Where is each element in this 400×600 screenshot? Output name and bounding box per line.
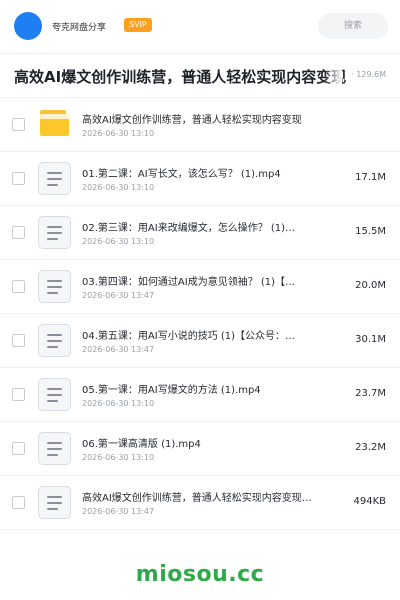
video-file-icon	[38, 270, 71, 303]
folder-icon	[38, 108, 71, 141]
header: 夸克网盘分享 SVIP 搜索	[0, 0, 400, 54]
checkbox[interactable]	[12, 388, 25, 401]
checkbox[interactable]	[12, 442, 25, 455]
share-total-size: · 129.6M	[349, 70, 386, 79]
svip-badge: SVIP	[124, 18, 152, 32]
file-size: 30.1M	[355, 334, 386, 345]
file-date: 2026-06-30 13:10	[82, 183, 155, 192]
checkbox[interactable]	[12, 226, 25, 239]
checkbox[interactable]	[12, 496, 25, 509]
file-name: 04.第五课：用AI写小说的技巧 (1)【公众号：…	[82, 331, 296, 342]
file-date: 2026-06-30 13:47	[82, 507, 155, 516]
video-file-icon	[38, 324, 71, 357]
avatar[interactable]	[14, 12, 42, 40]
search-input[interactable]: 搜索	[318, 13, 388, 39]
file-name: 01.第二课：AI写长文，该怎么写？ (1).mp4	[82, 169, 281, 180]
file-date: 2026-06-30 13:10	[82, 399, 155, 408]
file-row[interactable]: 04.第五课：用AI写小说的技巧 (1)【公众号：… 2026-06-30 13…	[0, 314, 400, 368]
file-name: 05.第一课：用AI写爆文的方法 (1).mp4	[82, 385, 261, 396]
file-date: 2026-06-30 13:10	[82, 237, 155, 246]
share-title-row: 高效AI爆文创作训练营，普通人轻松实现内容变现 · 129.6M	[0, 54, 400, 98]
video-file-icon	[38, 162, 71, 195]
checkbox[interactable]	[12, 280, 25, 293]
file-name: 06.第一课高清版 (1).mp4	[82, 439, 201, 450]
file-row[interactable]: 05.第一课：用AI写爆文的方法 (1).mp4 2026-06-30 13:1…	[0, 368, 400, 422]
file-list: 高效AI爆文创作训练营，普通人轻松实现内容变现 2026-06-30 13:10…	[0, 98, 400, 530]
file-size: 23.2M	[355, 442, 386, 453]
file-size: 20.0M	[355, 280, 386, 291]
file-row[interactable]: 高效AI爆文创作训练营，普通人轻松实现内容变现 2026-06-30 13:10	[0, 98, 400, 152]
file-name: 03.第四课：如何通过AI成为意见领袖？ (1)【…	[82, 277, 296, 288]
file-name: 02.第三课：用AI来改编爆文，怎么操作？ (1)…	[82, 223, 296, 234]
share-page: 夸克网盘分享 SVIP 搜索 高效AI爆文创作训练营，普通人轻松实现内容变现 ·…	[0, 0, 400, 600]
file-size: 494KB	[353, 496, 386, 507]
file-name: 高效AI爆文创作训练营，普通人轻松实现内容变现	[82, 115, 302, 126]
file-date: 2026-06-30 13:10	[82, 453, 155, 462]
file-row[interactable]: 高效AI爆文创作训练营，普通人轻松实现内容变现必看… 2026-06-30 13…	[0, 476, 400, 530]
video-file-icon	[38, 432, 71, 465]
share-title: 高效AI爆文创作训练营，普通人轻松实现内容变现	[14, 68, 347, 86]
watermark: miosou.cc	[135, 562, 265, 587]
file-name: 高效AI爆文创作训练营，普通人轻松实现内容变现必看…	[82, 493, 314, 504]
video-file-icon	[38, 216, 71, 249]
file-size: 17.1M	[355, 172, 386, 183]
video-file-icon	[38, 378, 71, 411]
file-row[interactable]: 02.第三课：用AI来改编爆文，怎么操作？ (1)… 2026-06-30 13…	[0, 206, 400, 260]
checkbox[interactable]	[12, 172, 25, 185]
checkbox[interactable]	[12, 334, 25, 347]
file-row[interactable]: 01.第二课：AI写长文，该怎么写？ (1).mp4 2026-06-30 13…	[0, 152, 400, 206]
document-file-icon	[38, 486, 71, 519]
checkbox[interactable]	[12, 118, 25, 131]
file-size: 15.5M	[355, 226, 386, 237]
file-row[interactable]: 03.第四课：如何通过AI成为意见领袖？ (1)【… 2026-06-30 13…	[0, 260, 400, 314]
file-row[interactable]: 06.第一课高清版 (1).mp4 2026-06-30 13:10 23.2M	[0, 422, 400, 476]
file-size: 23.7M	[355, 388, 386, 399]
owner-name[interactable]: 夸克网盘分享	[52, 20, 106, 33]
file-date: 2026-06-30 13:47	[82, 345, 155, 354]
file-date: 2026-06-30 13:47	[82, 291, 155, 300]
file-date: 2026-06-30 13:10	[82, 129, 155, 138]
